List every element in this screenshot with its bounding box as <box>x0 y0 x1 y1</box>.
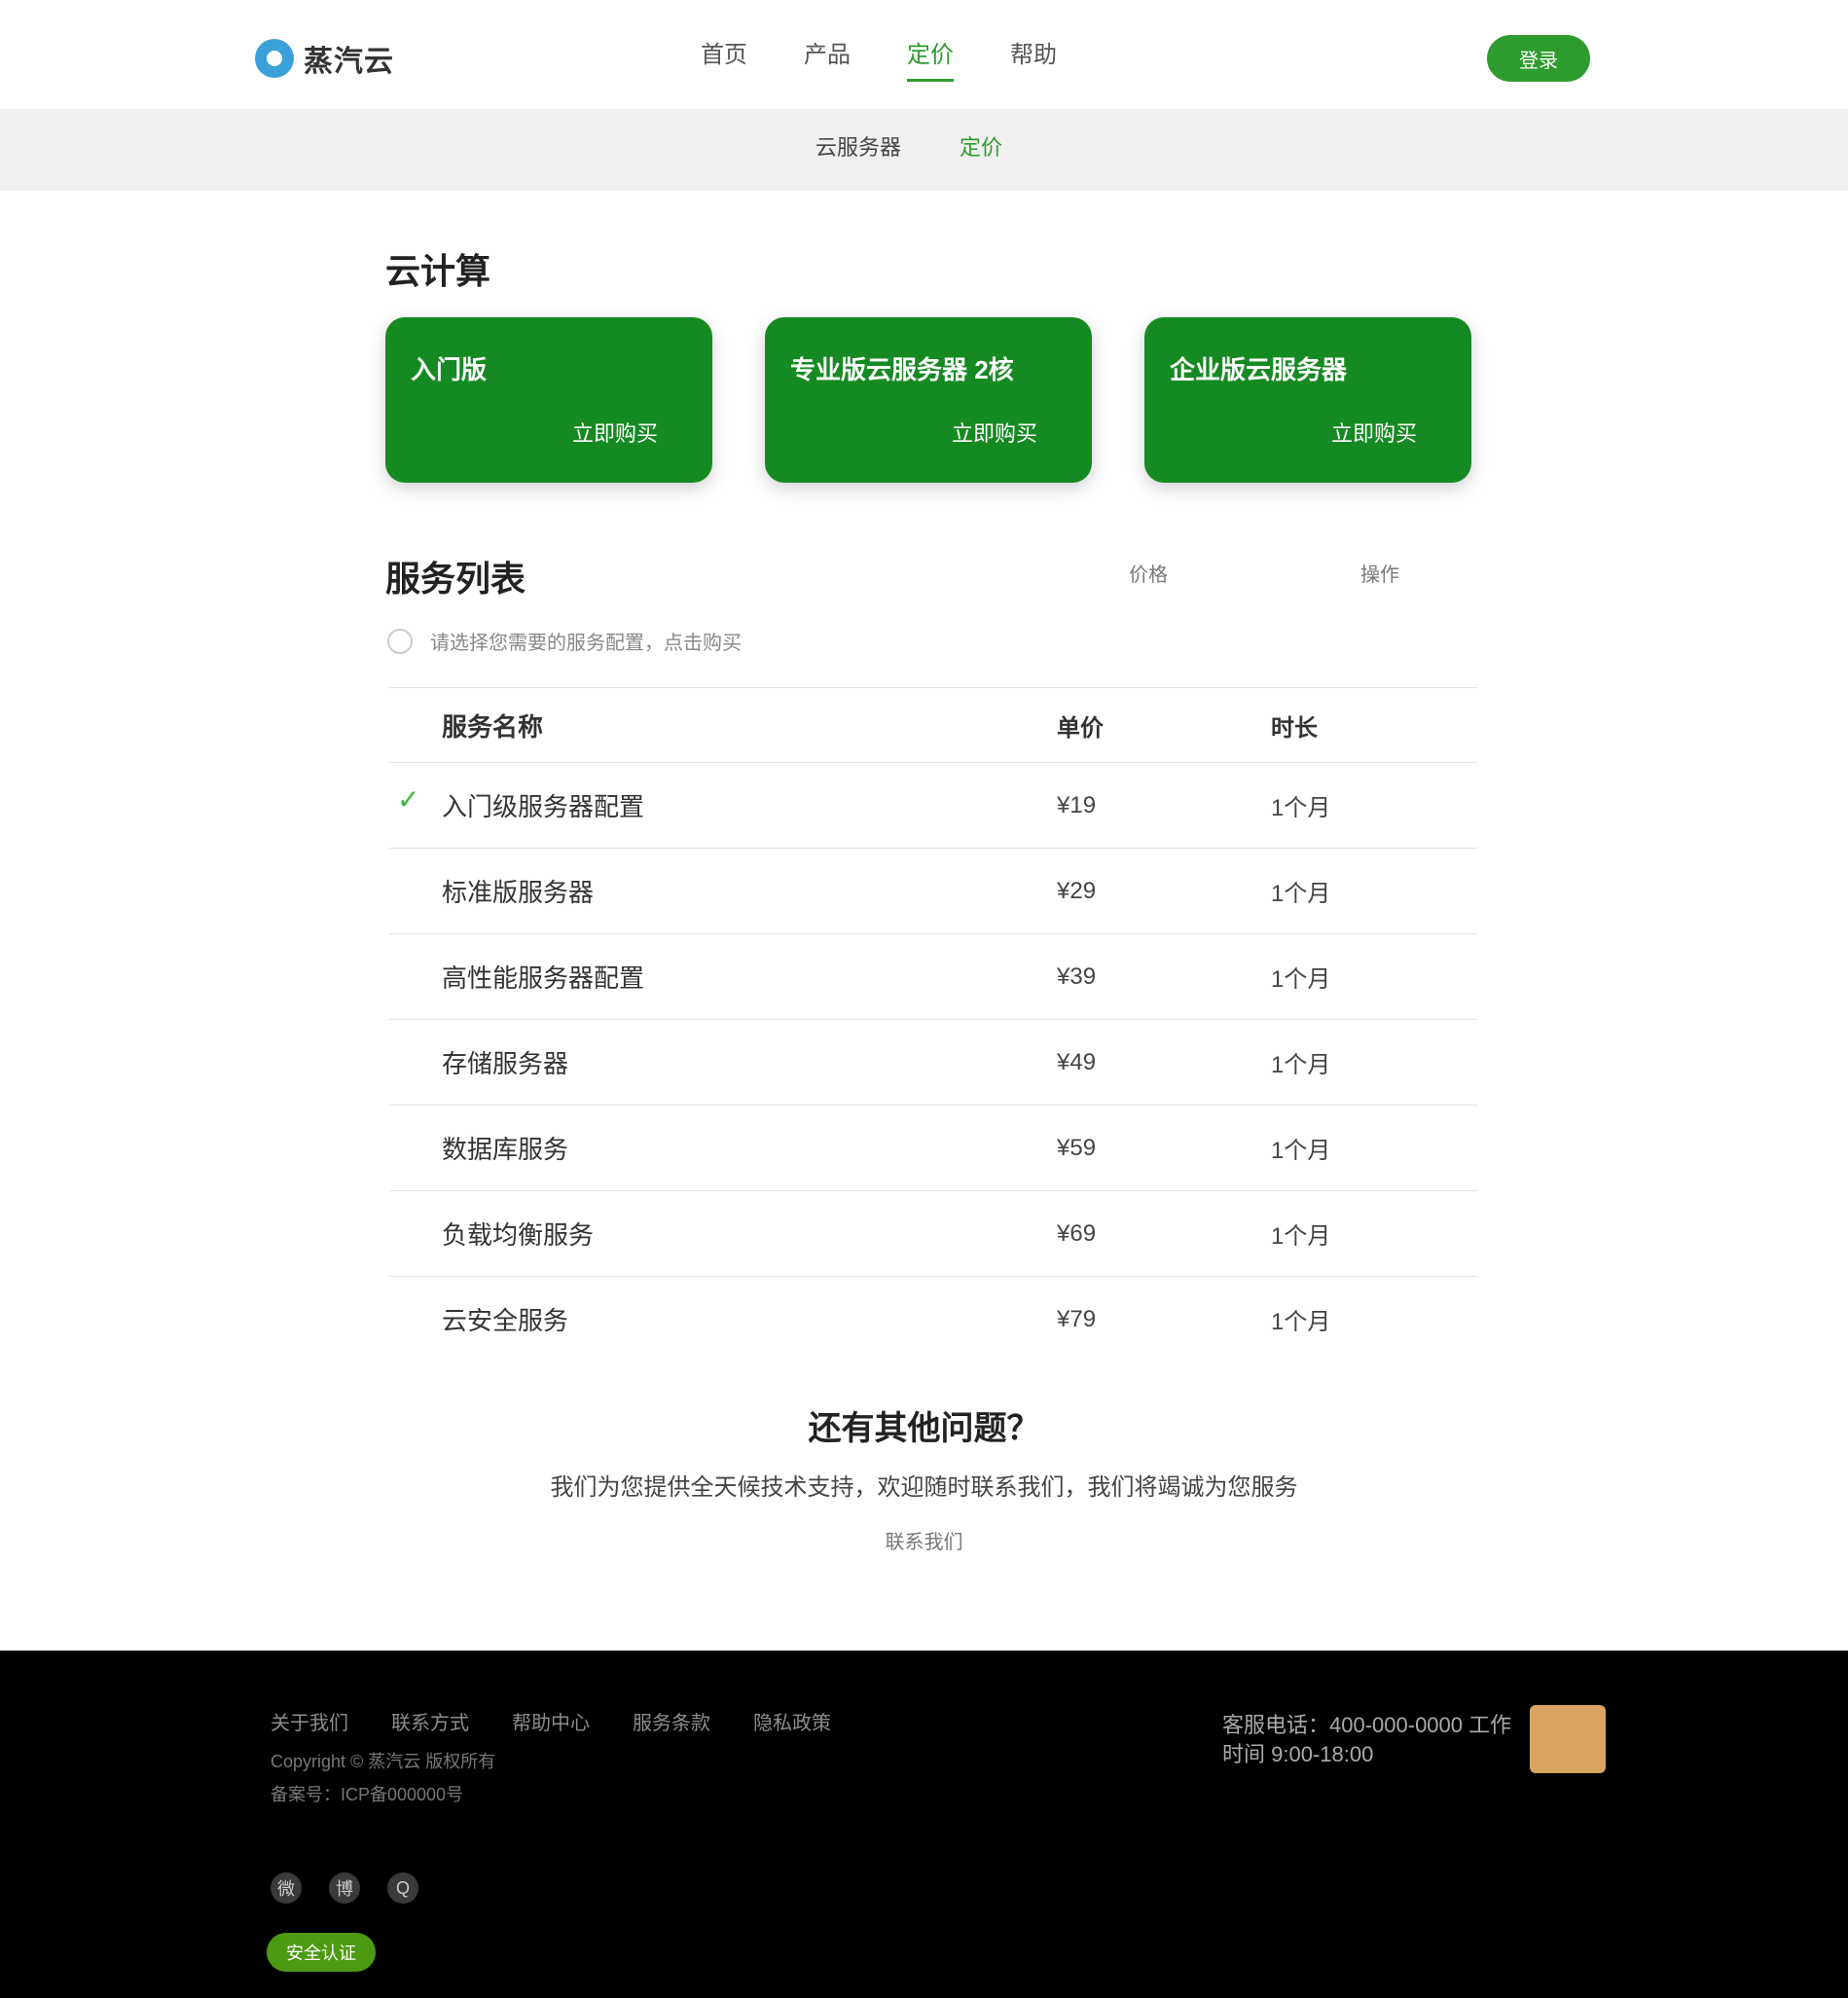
table-row[interactable]: 云安全服务 ¥79 1个月 <box>389 1277 1477 1362</box>
table-row[interactable]: 存储服务器 ¥49 1个月 <box>389 1020 1477 1106</box>
plan-card-name: 专业版云服务器 2核 <box>790 355 1014 384</box>
plan-card[interactable]: 入门版 立即购买 <box>385 317 712 483</box>
plan-card-name: 企业版云服务器 <box>1170 355 1348 384</box>
footer-link[interactable]: 帮助中心 <box>512 1707 590 1735</box>
nav-item-pricing[interactable]: 定价 <box>907 35 954 82</box>
plan-card-buy-link[interactable]: 立即购买 <box>572 417 658 448</box>
main-nav: 首页 产品 定价 帮助 <box>701 35 1057 82</box>
table-cell-duration: 1个月 <box>1271 795 1331 821</box>
table-cell-price: ¥79 <box>1057 1305 1097 1332</box>
subnav-item-cloud-server[interactable]: 云服务器 <box>815 130 901 162</box>
table-cell-price: ¥69 <box>1057 1219 1097 1247</box>
qr-code-icon <box>1530 1705 1606 1773</box>
table-row[interactable]: 标准版服务器 ¥29 1个月 <box>389 849 1477 934</box>
table-row[interactable]: 高性能服务器配置 ¥39 1个月 <box>389 934 1477 1020</box>
footer-link[interactable]: 联系方式 <box>391 1707 469 1735</box>
list-section-title: 服务列表 <box>385 559 526 599</box>
plan-cards: 入门版 立即购买 专业版云服务器 2核 立即购买 企业版云服务器 立即购买 <box>385 317 1471 483</box>
footer-link[interactable]: 服务条款 <box>633 1707 710 1735</box>
table-cell-duration: 1个月 <box>1271 1138 1331 1164</box>
plan-card[interactable]: 专业版云服务器 2核 立即购买 <box>765 317 1092 483</box>
logo-icon <box>255 39 294 78</box>
plans-section-title: 云计算 <box>385 251 491 291</box>
table-cell-name: 高性能服务器配置 <box>442 963 645 993</box>
footer-links: 关于我们 联系方式 帮助中心 服务条款 隐私政策 <box>271 1707 831 1735</box>
table-header-row: 服务名称 单价 时长 <box>389 687 1477 763</box>
check-icon: ✓ <box>397 784 420 815</box>
login-button[interactable]: 登录 <box>1487 35 1590 82</box>
table-cell-price: ¥19 <box>1057 791 1097 818</box>
promo-text: 我们为您提供全天候技术支持，欢迎随时联系我们，我们将竭诚为您服务 <box>550 1474 1298 1501</box>
nav-item-products[interactable]: 产品 <box>804 35 851 82</box>
plan-card-name: 入门版 <box>411 355 488 384</box>
logo-text: 蒸汽云 <box>304 46 394 78</box>
table-cell-price: ¥59 <box>1057 1134 1097 1161</box>
table-cell-name: 存储服务器 <box>442 1049 569 1078</box>
nav-item-home[interactable]: 首页 <box>701 35 747 82</box>
promo-title: 还有其他问题？ <box>808 1410 1040 1447</box>
table-cell-name: 入门级服务器配置 <box>442 792 645 821</box>
table-cell-name: 负载均衡服务 <box>442 1220 595 1250</box>
table-cell-price: ¥29 <box>1057 877 1097 904</box>
table-cell-price: ¥39 <box>1057 963 1097 990</box>
table-cell-duration: 1个月 <box>1271 1223 1331 1250</box>
table-cell-duration: 1个月 <box>1271 966 1331 993</box>
table-cell-duration: 1个月 <box>1271 1052 1331 1078</box>
footer-link[interactable]: 隐私政策 <box>753 1707 831 1735</box>
plan-card-buy-link[interactable]: 立即购买 <box>1331 417 1417 448</box>
weibo-icon[interactable]: 博 <box>329 1872 360 1904</box>
table-row[interactable]: 负载均衡服务 ¥69 1个月 <box>389 1191 1477 1277</box>
nav-item-help[interactable]: 帮助 <box>1010 35 1057 82</box>
footer-copyright: Copyright © 蒸汽云 版权所有 <box>271 1752 496 1771</box>
footer-link[interactable]: 关于我们 <box>271 1707 348 1735</box>
table-header-duration: 时长 <box>1271 714 1318 742</box>
footer-contact: 客服电话：400-000-0000 工作时间 9:00-18:00 <box>1222 1713 1512 1766</box>
security-badge[interactable]: 安全认证 <box>267 1933 376 1972</box>
table-cell-duration: 1个月 <box>1271 1309 1331 1335</box>
contact-link[interactable]: 联系我们 <box>0 1526 1848 1554</box>
logo[interactable]: 蒸汽云 <box>255 37 394 80</box>
list-hint: 请选择您需要的服务配置，点击购买 <box>387 627 742 655</box>
footer-icp[interactable]: 备案号：ICP备000000号 <box>271 1781 463 1806</box>
list-filter-price[interactable]: 价格 <box>1129 559 1168 587</box>
table-cell-price: ¥49 <box>1057 1048 1097 1075</box>
table-cell-name: 云安全服务 <box>442 1306 569 1335</box>
table-header-price: 单价 <box>1057 714 1104 742</box>
table-header-name: 服务名称 <box>442 711 544 742</box>
plan-card-buy-link[interactable]: 立即购买 <box>952 417 1037 448</box>
list-hint-text: 请选择您需要的服务配置，点击购买 <box>430 633 742 654</box>
qq-icon[interactable]: Q <box>387 1872 418 1904</box>
footer-social: 微 博 Q <box>271 1872 418 1904</box>
table-row[interactable]: ✓ 入门级服务器配置 ¥19 1个月 <box>389 763 1477 849</box>
subnav-item-pricing[interactable]: 定价 <box>960 130 1002 162</box>
table-row[interactable]: 数据库服务 ¥59 1个月 <box>389 1106 1477 1191</box>
list-filter-action[interactable]: 操作 <box>1360 559 1399 587</box>
table-cell-name: 标准版服务器 <box>442 878 595 907</box>
plan-card[interactable]: 企业版云服务器 立即购买 <box>1144 317 1471 483</box>
table-cell-name: 数据库服务 <box>442 1135 569 1164</box>
service-table: 服务名称 单价 时长 ✓ 入门级服务器配置 ¥19 1个月 标准版服务器 ¥29… <box>389 687 1477 1362</box>
table-cell-duration: 1个月 <box>1271 881 1331 907</box>
wechat-icon[interactable]: 微 <box>271 1872 302 1904</box>
info-icon <box>387 628 413 654</box>
sub-nav: 云服务器 定价 <box>815 130 1002 162</box>
